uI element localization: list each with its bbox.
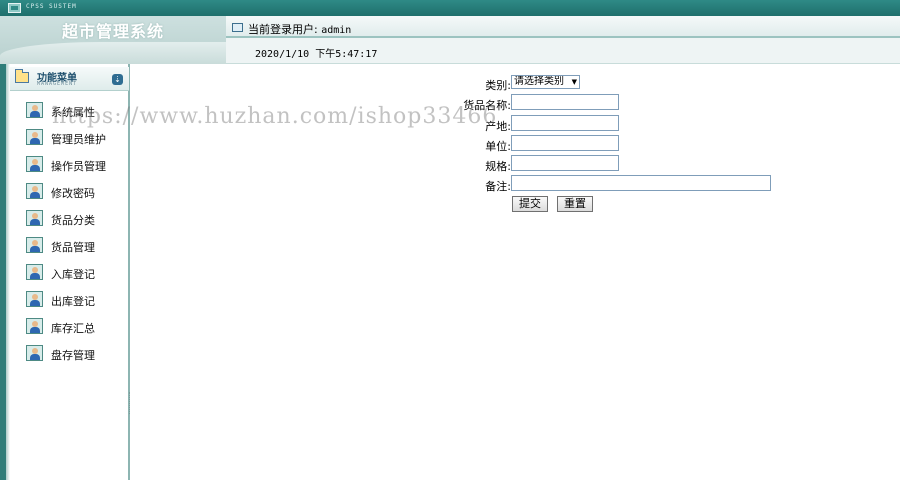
sidebar-item-admin-maintenance[interactable]: 管理员维护 [10,127,129,154]
spec-label: 规格: [485,160,511,173]
user-icon [26,237,43,253]
app-title: 超市管理系统 [62,22,165,41]
main-content: 类别: 请选择类别 ▼ 货品名称: 产地: 单位: 规格: 备注: 提交 重置 [132,64,900,480]
username: admin [321,25,352,36]
form-row-remark: 备注: [132,175,900,195]
sidebar-item-goods-category[interactable]: 货品分类 [10,208,129,235]
user-icon [26,345,43,361]
menu-header: 功能菜单 MANAGEMENT ⇣ [10,67,129,91]
category-label: 类别: [485,79,511,92]
sidebar-item-label: 管理员维护 [51,133,106,146]
current-user-text: 当前登录用户: [248,23,318,36]
sidebar-item-label: 货品管理 [51,241,95,254]
user-icon [26,183,43,199]
submit-button[interactable]: 提交 [512,196,548,212]
goods-name-input[interactable] [511,94,619,110]
user-icon [26,291,43,307]
sidebar-item-operator-management[interactable]: 操作员管理 [10,154,129,181]
reset-button[interactable]: 重置 [557,196,593,212]
user-icon [26,156,43,172]
system-window-icon [8,3,21,13]
user-icon [26,210,43,226]
sidebar-item-label: 系统属性 [51,106,95,119]
header-wave-decoration [0,42,226,64]
sidebar-item-stocktaking[interactable]: 盘存管理 [10,343,129,370]
sidebar-item-label: 修改密码 [51,187,95,200]
date-bar: 2020/1/10 下午5:47:17 [226,38,900,64]
remark-input[interactable] [511,175,771,191]
form-row-unit: 单位: [132,135,900,155]
origin-input[interactable] [511,115,619,131]
origin-label: 产地: [485,120,511,133]
sidebar-item-label: 出库登记 [51,295,95,308]
user-icon [26,102,43,118]
sidebar: 功能菜单 MANAGEMENT ⇣ 系统属性 管理员维护 操作员管理 修改密码 … [6,64,130,480]
sidebar-item-label: 入库登记 [51,268,95,281]
spec-input[interactable] [511,155,619,171]
user-icon [26,318,43,334]
user-bar: 当前登录用户: admin [226,16,900,38]
user-icon [26,264,43,280]
unit-input[interactable] [511,135,619,151]
sidebar-item-inventory-summary[interactable]: 库存汇总 [10,316,129,343]
chevron-down-icon: ▼ [571,78,577,86]
remark-label: 备注: [485,180,511,193]
menu-subtitle: MANAGEMENT [37,81,78,87]
sidebar-item-stock-out[interactable]: 出库登记 [10,289,129,316]
header: 超市管理系统 当前登录用户: admin 2020/1/10 下午5:47:17 [0,16,900,64]
category-select-value: 请选择类别 [514,76,564,87]
unit-label: 单位: [485,140,511,153]
sidebar-item-system-properties[interactable]: 系统属性 [10,100,129,127]
form-row-spec: 规格: [132,155,900,175]
menu-list: 系统属性 管理员维护 操作员管理 修改密码 货品分类 货品管理 入库登记 出库登… [10,100,129,370]
sidebar-item-label: 库存汇总 [51,322,95,335]
user-icon [26,129,43,145]
form-row-name: 货品名称: [132,94,900,114]
goods-name-label: 货品名称: [463,99,511,112]
sidebar-item-label: 操作员管理 [51,160,106,173]
current-user-label: 当前登录用户: admin [248,21,351,37]
form-row-category: 类别: 请选择类别 ▼ [132,74,900,94]
brand-area: 超市管理系统 [0,16,226,64]
sidebar-item-label: 盘存管理 [51,349,95,362]
sidebar-item-change-password[interactable]: 修改密码 [10,181,129,208]
sidebar-item-goods-management[interactable]: 货品管理 [10,235,129,262]
window-title-strip: CPSS SUSTEM [0,0,900,16]
folder-icon [15,69,29,83]
sidebar-item-stock-in[interactable]: 入库登记 [10,262,129,289]
category-select[interactable]: 请选择类别 ▼ [511,75,580,89]
datetime: 2020/1/10 下午5:47:17 [255,49,378,60]
form-row-origin: 产地: [132,115,900,135]
window-strip-text: CPSS SUSTEM [26,3,77,10]
collapse-icon[interactable]: ⇣ [112,74,123,85]
window-icon [232,23,243,32]
sidebar-item-label: 货品分类 [51,214,95,227]
